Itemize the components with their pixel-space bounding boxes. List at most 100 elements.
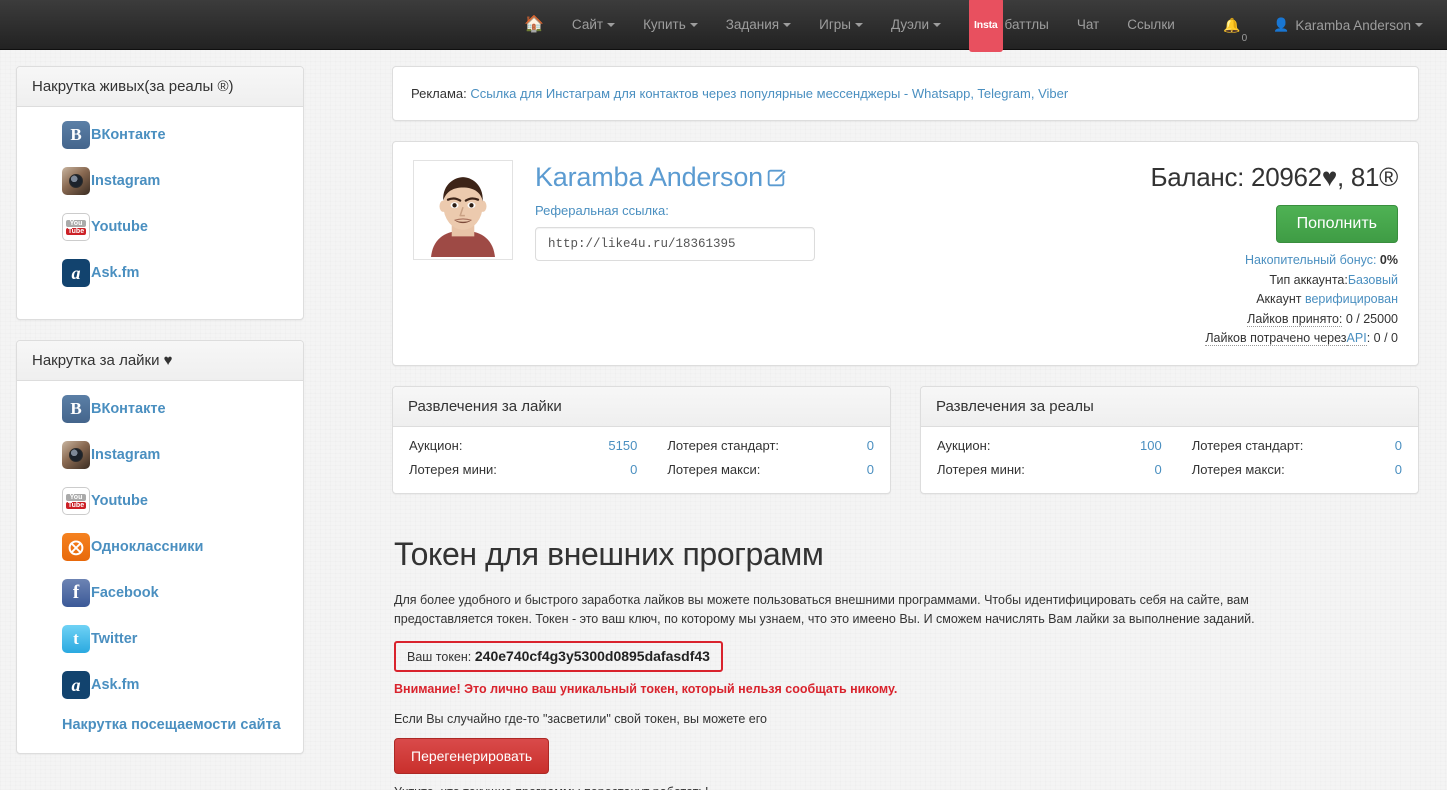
odnoklassniki-icon: ⨂ <box>62 533 90 561</box>
stat-label: Лотерея мини: <box>409 461 497 477</box>
nav-item-buy[interactable]: Купить <box>629 0 712 50</box>
profile-left-column: Karamba Anderson Реферальная ссылка: <box>413 160 1063 349</box>
edit-pencil-icon[interactable] <box>765 167 787 189</box>
navbar-main-menu: 🏠 Сайт Купить Задания Игры Дуэли Insta б… <box>510 0 1189 52</box>
likes-api-colon: : <box>1366 331 1371 345</box>
token-description: Для более удобного и быстрого заработка … <box>394 592 1255 626</box>
ad-link[interactable]: Ссылка для Инстаграм для контактов через… <box>470 86 1068 101</box>
main-content: Реклама: Ссылка для Инстаграм для контак… <box>304 66 1435 790</box>
likes-api-label: Лайков потрачено через <box>1205 331 1347 346</box>
profile-name-text: Karamba Anderson <box>535 162 763 192</box>
stat-label: Лотерея стандарт: <box>1191 437 1304 453</box>
nav-item-label: Сайт <box>571 17 604 32</box>
insta-badge: Insta <box>969 0 1003 52</box>
token-section: Токен для внешних программ Для более удо… <box>392 516 1419 790</box>
nav-item-duels[interactable]: Дуэли <box>877 0 955 50</box>
facebook-icon: f <box>62 579 90 607</box>
nav-item-tasks[interactable]: Задания <box>712 0 805 50</box>
stat-label: Лотерея стандарт: <box>667 437 780 453</box>
sidebar-item-label: Ask.fm <box>91 265 140 281</box>
advertisement-banner: Реклама: Ссылка для Инстаграм для контак… <box>392 66 1419 121</box>
likes-api-value: 0 / 0 <box>1373 331 1398 345</box>
sidebar-item-site-traffic[interactable]: Накрутка посещаемости сайта <box>62 717 288 733</box>
sidebar-item-odnoklassniki[interactable]: ⨂ Одноклассники <box>62 533 288 561</box>
stats-grid: Аукцион: 100 Лотерея стандарт: 0 Лотерея… <box>921 427 1418 493</box>
user-menu[interactable]: 👤 Karamba Anderson <box>1261 0 1435 50</box>
stat-label: Аукцион: <box>937 437 991 453</box>
stat-value: 5150 <box>608 437 638 453</box>
sidebar-item-facebook[interactable]: f Facebook <box>62 579 288 607</box>
sidebar-item-label: Facebook <box>91 585 159 601</box>
account-type-label: Тип аккаунта: <box>1269 272 1348 287</box>
panel-title: Развлечения за реалы <box>921 386 1418 427</box>
token-display-box[interactable]: Ваш токен: 240e740cf4g3y5300d0895dafasdf… <box>394 640 723 672</box>
stats-grid: Аукцион: 5150 Лотерея стандарт: 0 Лотере… <box>393 427 890 493</box>
stat-label: Лотерея мини: <box>937 461 1025 477</box>
chevron-down-icon <box>783 23 792 27</box>
nav-item-label: баттлы <box>1004 17 1049 32</box>
balance-text: Баланс: 20962♥, 81® <box>1150 162 1398 192</box>
likes-received-label: Лайков принято: <box>1247 311 1343 327</box>
topup-button[interactable]: Пополнить <box>1275 205 1398 243</box>
sidebar-item-askfm[interactable]: a Ask.fm <box>62 671 288 699</box>
page-title: Токен для внешних программ <box>394 535 824 572</box>
nav-item-label: Игры <box>819 17 851 32</box>
chevron-down-icon <box>854 23 863 27</box>
stats-panel-reals: Развлечения за реалы Аукцион: 100 Лотере… <box>920 385 1419 494</box>
bonus-row: Накопительный бонус: 0% <box>1063 251 1398 271</box>
api-link[interactable]: API <box>1346 331 1367 346</box>
referral-label: Реферальная ссылка: <box>535 203 669 218</box>
profile-details: Karamba Anderson Реферальная ссылка: <box>535 160 815 349</box>
sidebar-item-label: Instagram <box>91 173 161 189</box>
panel-body: B ВКонтакте Instagram You Tube Youtube ⨂ … <box>17 381 303 753</box>
notifications-button[interactable]: 🔔 0 <box>1209 0 1261 50</box>
sidebar-item-label: ВКонтакте <box>91 401 166 417</box>
sidebar-item-label: Youtube <box>91 493 148 509</box>
token-warning: Внимание! Это лично ваш уникальный токен… <box>394 681 898 696</box>
page-container: Накрутка живых(за реалы ®) B ВКонтакте I… <box>0 50 1447 790</box>
sidebar-item-twitter[interactable]: t Twitter <box>62 625 288 653</box>
youtube-icon: You Tube <box>62 487 90 515</box>
sidebar-item-vkontakte[interactable]: B ВКонтакте <box>62 121 288 149</box>
sidebar-item-instagram[interactable]: Instagram <box>62 441 288 469</box>
sidebar: Накрутка живых(за реалы ®) B ВКонтакте I… <box>16 66 304 790</box>
askfm-icon: a <box>62 259 90 287</box>
sidebar-item-label: Instagram <box>91 447 161 463</box>
stat-value: 100 <box>1140 437 1162 453</box>
stat-value: 0 <box>1394 461 1402 477</box>
sidebar-item-askfm[interactable]: a Ask.fm <box>62 259 288 287</box>
nav-item-label: Задания <box>725 17 780 32</box>
panel-title: Развлечения за лайки <box>393 386 890 427</box>
sidebar-item-instagram[interactable]: Instagram <box>62 167 288 195</box>
regenerate-button[interactable]: Перегенерировать <box>394 737 550 774</box>
token-label: Ваш токен: <box>407 649 472 664</box>
profile-name[interactable]: Karamba Anderson <box>535 162 815 193</box>
nav-item-insta-battles[interactable]: Insta баттлы <box>955 0 1063 52</box>
nav-item-label: Чат <box>1076 17 1100 32</box>
sidebar-item-label: Youtube <box>91 219 148 235</box>
chevron-down-icon <box>607 23 616 27</box>
nav-item-chat[interactable]: Чат <box>1063 0 1113 50</box>
twitter-icon: t <box>62 625 90 653</box>
referral-link-input[interactable] <box>535 227 815 261</box>
sidebar-item-youtube[interactable]: You Tube Youtube <box>62 213 288 241</box>
likes-received-value: 0 / 25000 <box>1345 311 1398 326</box>
account-status-value: верифицирован <box>1304 292 1398 306</box>
nav-item-games[interactable]: Игры <box>805 0 877 50</box>
stat-value: 0 <box>866 461 874 477</box>
nav-item-site[interactable]: Сайт <box>558 0 629 50</box>
nav-home-link[interactable]: 🏠 <box>510 0 558 50</box>
sidebar-item-vkontakte[interactable]: B ВКонтакте <box>62 395 288 423</box>
nav-item-links[interactable]: Ссылки <box>1113 0 1189 50</box>
stat-value: 0 <box>630 461 638 477</box>
sidebar-panel-live: Накрутка живых(за реалы ®) B ВКонтакте I… <box>16 66 304 320</box>
avatar[interactable] <box>413 160 513 260</box>
sidebar-item-label: Ask.fm <box>91 677 140 693</box>
sidebar-item-youtube[interactable]: You Tube Youtube <box>62 487 288 515</box>
token-hint: Если Вы случайно где-то "засветили" свой… <box>394 711 767 726</box>
home-icon: 🏠 <box>524 16 544 33</box>
sidebar-panel-likes: Накрутка за лайки ♥ B ВКонтакте Instagra… <box>16 340 304 754</box>
youtube-icon: You Tube <box>62 213 90 241</box>
bonus-value: 0% <box>1379 253 1398 267</box>
askfm-icon: a <box>62 671 90 699</box>
